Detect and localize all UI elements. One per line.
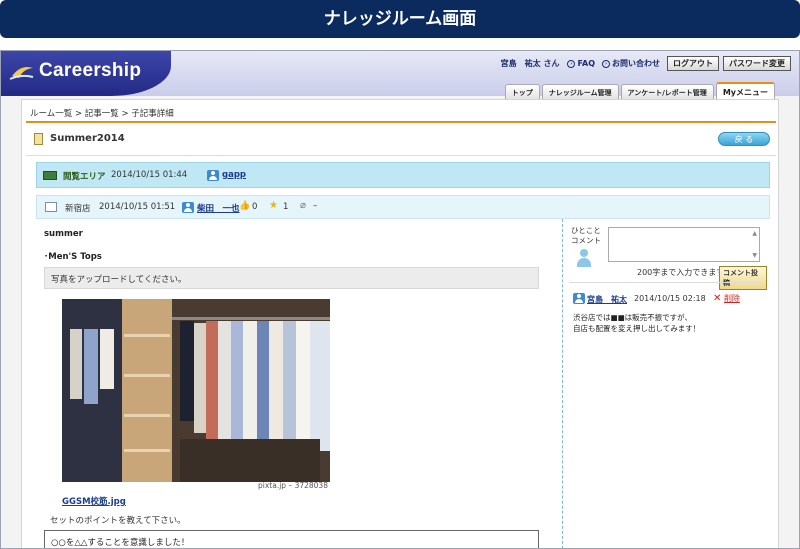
- column-divider: [562, 219, 563, 548]
- article-title: summer: [44, 229, 83, 239]
- room-user-link[interactable]: gapp: [222, 170, 246, 180]
- post-info-bar: 新宿店 2014/10/15 01:51 柴田 一也 👍 0 ★ 1 ⌀ –: [36, 195, 770, 219]
- comment-input[interactable]: ▲ ▼: [608, 227, 760, 262]
- paperclip-icon: ⌀: [300, 200, 307, 211]
- user-icon: [573, 293, 585, 304]
- tab-top[interactable]: トップ: [504, 84, 540, 99]
- divider: [26, 155, 776, 156]
- closet-photo-image: [62, 299, 330, 482]
- faq-link[interactable]: › FAQ: [567, 59, 595, 68]
- user-icon: [182, 202, 194, 213]
- answer-box: ○○を△△することを意識しました！: [44, 530, 539, 548]
- comment-panel: ひとこと コメント ▲ ▼ 200字まで入力できます コメント投稿 宮島 祐太 …: [567, 219, 767, 548]
- post-date: 2014/10/15 01:51: [99, 202, 176, 212]
- logo[interactable]: Careership: [1, 51, 171, 96]
- app-window: Careership 宮島 祐太 さん › FAQ › お問い合わせ ログアウト パ…: [0, 50, 800, 549]
- faq-label: FAQ: [577, 59, 595, 68]
- delete-label: 削除: [723, 294, 740, 303]
- scroll-down-icon[interactable]: ▼: [752, 252, 757, 259]
- arrow-circle-icon: ›: [602, 59, 610, 68]
- star-count: 1: [283, 202, 289, 212]
- comment-body-line: 渋谷店では■■は販売不振ですが、: [573, 313, 693, 322]
- notebook-icon: [34, 133, 43, 145]
- post-comment-button[interactable]: コメント投稿: [719, 266, 767, 290]
- tab-my-menu[interactable]: Myメニュー: [715, 82, 775, 99]
- delete-x-icon: ✕: [713, 293, 722, 304]
- arrow-circle-icon: ›: [567, 59, 576, 68]
- comment-label: ひとこと コメント: [571, 226, 605, 246]
- page-banner: ナレッジルーム画面: [0, 0, 800, 38]
- comment-label-text: ひとこと コメント: [571, 226, 601, 245]
- document-icon: [45, 202, 57, 212]
- current-user-name: 宮島 祐太 さん: [500, 59, 560, 68]
- tab-survey-report[interactable]: アンケート/レポート管理: [620, 84, 714, 99]
- comment-date: 2014/10/15 02:18: [634, 294, 706, 303]
- photo-caption: pixta.jp – 3728038: [258, 481, 328, 490]
- attachment-file-link[interactable]: GGSM校筋.jpg: [62, 495, 126, 507]
- book-icon: [43, 171, 57, 180]
- post-shop: 新宿店: [65, 204, 91, 214]
- top-nav: 宮島 祐太 さん › FAQ › お問い合わせ ログアウト パスワード変更: [501, 56, 791, 71]
- article-instruction: セットのポイントを教えて下さい。: [50, 516, 186, 526]
- delete-comment-button[interactable]: ✕ 削除: [713, 293, 740, 304]
- article-subtitle: ･Men'S Tops: [44, 252, 102, 262]
- avatar-icon: [575, 249, 593, 269]
- tab-knowledge-room[interactable]: ナレッジルーム管理: [541, 84, 619, 99]
- post-user-link[interactable]: 柴田 一也: [197, 202, 240, 214]
- page-title: Summer2014: [50, 133, 125, 144]
- logout-button[interactable]: ログアウト: [667, 56, 719, 71]
- closet-photo[interactable]: [62, 299, 330, 482]
- room-label: 閲覧エリア: [63, 172, 106, 182]
- scroll-up-icon[interactable]: ▲: [752, 230, 757, 237]
- star-icon[interactable]: ★: [269, 200, 278, 211]
- logo-text: Careership: [39, 60, 142, 81]
- logo-moon-icon: [9, 67, 34, 80]
- comment-body-line: 自店も配置を変え押し出してみます！: [573, 324, 701, 333]
- back-button[interactable]: 戻 る: [718, 132, 770, 146]
- contact-link[interactable]: › お問い合わせ: [602, 58, 660, 69]
- app-header: Careership 宮島 祐太 さん › FAQ › お問い合わせ ログアウト パ…: [1, 51, 799, 99]
- comment-body: 渋谷店では■■は販売不振ですが、 自店も配置を変え押し出してみます！: [573, 312, 700, 334]
- content-card: ルーム一覧 > 記事一覧 > 子記事詳細 Summer2014 戻 る 閲覧エリ…: [21, 99, 779, 548]
- breadcrumb[interactable]: ルーム一覧 > 記事一覧 > 子記事詳細: [30, 107, 174, 119]
- attachment-count: –: [313, 201, 318, 211]
- comment-limit-text: 200字まで入力できます: [637, 268, 725, 277]
- like-count: 0: [252, 202, 258, 212]
- room-date: 2014/10/15 01:44: [111, 170, 188, 180]
- divider: [26, 121, 776, 123]
- user-icon: [207, 170, 219, 181]
- comment-user-link[interactable]: 宮島 祐太: [587, 294, 627, 305]
- like-icon[interactable]: 👍: [239, 201, 250, 211]
- contact-label: お問い合わせ: [612, 59, 660, 68]
- room-info-bar: 閲覧エリア 2014/10/15 01:44 gapp: [36, 162, 770, 188]
- page-title-row: Summer2014 戻 る: [30, 130, 770, 152]
- article-body: summer ･Men'S Tops 写真をアップロードしてください。 pixt…: [36, 219, 562, 548]
- change-password-button[interactable]: パスワード変更: [723, 56, 791, 71]
- upload-prompt: 写真をアップロードしてください。: [44, 267, 539, 289]
- main-tabs: トップ ナレッジルーム管理 アンケート/レポート管理 Myメニュー: [504, 82, 775, 99]
- divider: [569, 282, 761, 283]
